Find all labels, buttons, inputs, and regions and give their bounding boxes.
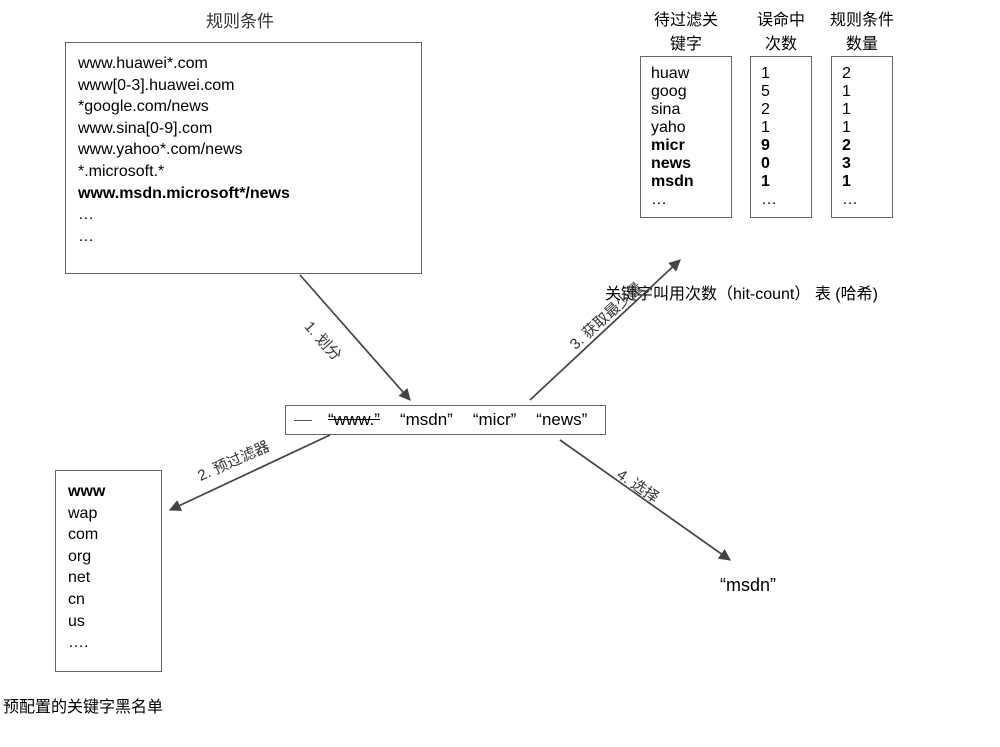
diagram-canvas: 规则条件 www.huawei*.comwww[0-3].huawei.com*… xyxy=(0,0,1000,747)
rule-line: … xyxy=(78,226,409,248)
edge-1-label: 1. 划分 xyxy=(300,316,347,365)
token: “news” xyxy=(536,410,587,430)
rule-line: www.msdn.microsoft*/news xyxy=(78,183,409,205)
rule-line: … xyxy=(78,204,409,226)
blacklist-item: net xyxy=(68,567,149,589)
table-cell: 1 xyxy=(761,119,801,137)
table-cell: news xyxy=(651,155,721,173)
col-misshits: 误命中次数 1521901… xyxy=(750,10,812,218)
edge-2-label: 2. 预过滤器 xyxy=(194,435,273,485)
tokens-box: “www.” “msdn” “micr” “news” xyxy=(285,405,606,435)
rule-line: www.sina[0-9].com xyxy=(78,118,409,140)
blacklist-box: wwwwapcomorgnetcnus…. xyxy=(55,470,162,672)
rules-box: www.huawei*.comwww[0-3].huawei.com*googl… xyxy=(65,42,422,274)
table-cell: 3 xyxy=(842,155,882,173)
table-cell: 9 xyxy=(761,137,801,155)
rule-line: www.yahoo*.com/news xyxy=(78,139,409,161)
token: “msdn” xyxy=(400,410,453,430)
blacklist-item: cn xyxy=(68,589,149,611)
rule-line: *google.com/news xyxy=(78,96,409,118)
blacklist-item: com xyxy=(68,524,149,546)
table-cell: sina xyxy=(651,101,721,119)
rule-line: www[0-3].huawei.com xyxy=(78,75,409,97)
table-cell: huaw xyxy=(651,65,721,83)
col-rulecount: 规则条件数量 2111231… xyxy=(830,10,894,218)
blacklist-item: wap xyxy=(68,503,149,525)
blacklist-item: www xyxy=(68,481,149,503)
rule-line: www.huawei*.com xyxy=(78,53,409,75)
rule-line: *.microsoft.* xyxy=(78,161,409,183)
table-cell: msdn xyxy=(651,173,721,191)
table-cell: 2 xyxy=(761,101,801,119)
table-cell: yaho xyxy=(651,119,721,137)
table-cell: 2 xyxy=(842,137,882,155)
token: “micr” xyxy=(473,410,516,430)
table-cell: … xyxy=(842,191,882,209)
blacklist-item: org xyxy=(68,546,149,568)
table-cell: 1 xyxy=(842,83,882,101)
table-cell: 0 xyxy=(761,155,801,173)
rules-title: 规则条件 xyxy=(180,12,300,32)
table-cell: 1 xyxy=(842,173,882,191)
table-cell: … xyxy=(761,191,801,209)
col-keyword: 待过滤关键字 huawgoogsinayahomicrnewsmsdn… xyxy=(640,10,732,218)
table-cell: micr xyxy=(651,137,721,155)
blacklist-item: …. xyxy=(68,632,149,654)
table-cell: 1 xyxy=(761,173,801,191)
result-keyword: “msdn” xyxy=(720,575,776,596)
table-cell: 2 xyxy=(842,65,882,83)
table-cell: 1 xyxy=(842,101,882,119)
table-cell: 1 xyxy=(842,119,882,137)
blacklist-caption: 预配置的关键字黑名单 xyxy=(3,693,163,717)
token: “www.” xyxy=(328,410,380,430)
table-cell: … xyxy=(651,191,721,209)
hitcount-table: 待过滤关键字 huawgoogsinayahomicrnewsmsdn… 误命中… xyxy=(640,10,894,218)
blacklist-item: us xyxy=(68,611,149,633)
table-cell: 1 xyxy=(761,65,801,83)
edge-4-label: 4. 选择 xyxy=(613,464,663,508)
table-cell: goog xyxy=(651,83,721,101)
table-cell: 5 xyxy=(761,83,801,101)
